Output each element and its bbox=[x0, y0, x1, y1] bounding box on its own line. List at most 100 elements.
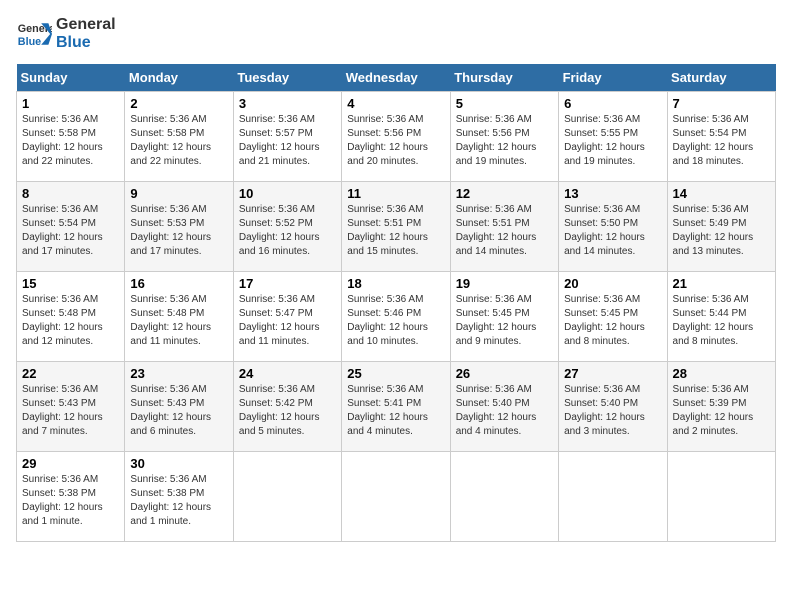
calendar-cell: 18 Sunrise: 5:36 AM Sunset: 5:46 PM Dayli… bbox=[342, 272, 450, 362]
day-info: Sunrise: 5:36 AM Sunset: 5:48 PM Dayligh… bbox=[130, 293, 227, 349]
day-number: 2 bbox=[130, 96, 227, 111]
logo-blue: Blue bbox=[56, 34, 116, 52]
calendar-cell: 15 Sunrise: 5:36 AM Sunset: 5:48 PM Dayli… bbox=[17, 272, 125, 362]
calendar-cell: 27 Sunrise: 5:36 AM Sunset: 5:40 PM Dayli… bbox=[559, 362, 667, 452]
calendar-cell: 7Sunrise: 5:36 AM Sunset: 5:54 PM Daylig… bbox=[667, 92, 775, 182]
day-info: Sunrise: 5:36 AM Sunset: 5:43 PM Dayligh… bbox=[130, 383, 227, 439]
calendar-cell: 2 Sunrise: 5:36 AM Sunset: 5:58 PM Daylig… bbox=[125, 92, 233, 182]
day-number: 25 bbox=[347, 366, 444, 381]
header: General Blue General Blue bbox=[16, 16, 776, 52]
calendar-cell: 19 Sunrise: 5:36 AM Sunset: 5:45 PM Dayli… bbox=[450, 272, 558, 362]
day-info: Sunrise: 5:36 AM Sunset: 5:54 PM Dayligh… bbox=[22, 203, 119, 259]
day-number: 13 bbox=[564, 186, 661, 201]
day-number: 14 bbox=[673, 186, 770, 201]
calendar-cell: 20 Sunrise: 5:36 AM Sunset: 5:45 PM Dayli… bbox=[559, 272, 667, 362]
day-number: 21 bbox=[673, 276, 770, 291]
day-info: Sunrise: 5:36 AM Sunset: 5:38 PM Dayligh… bbox=[130, 473, 227, 529]
day-number: 30 bbox=[130, 456, 227, 471]
day-number: 20 bbox=[564, 276, 661, 291]
calendar-table: Sunday Monday Tuesday Wednesday Thursday… bbox=[16, 64, 776, 542]
day-info: Sunrise: 5:36 AM Sunset: 5:45 PM Dayligh… bbox=[564, 293, 661, 349]
day-info: Sunrise: 5:36 AM Sunset: 5:57 PM Dayligh… bbox=[239, 113, 336, 169]
day-info: Sunrise: 5:36 AM Sunset: 5:50 PM Dayligh… bbox=[564, 203, 661, 259]
col-monday: Monday bbox=[125, 64, 233, 92]
day-number: 11 bbox=[347, 186, 444, 201]
day-number: 5 bbox=[456, 96, 553, 111]
day-info: Sunrise: 5:36 AM Sunset: 5:40 PM Dayligh… bbox=[456, 383, 553, 439]
calendar-cell: 17 Sunrise: 5:36 AM Sunset: 5:47 PM Dayli… bbox=[233, 272, 341, 362]
day-number: 10 bbox=[239, 186, 336, 201]
calendar-cell: 13 Sunrise: 5:36 AM Sunset: 5:50 PM Dayli… bbox=[559, 182, 667, 272]
logo: General Blue General Blue bbox=[16, 16, 116, 52]
calendar-cell: 24 Sunrise: 5:36 AM Sunset: 5:42 PM Dayli… bbox=[233, 362, 341, 452]
calendar-cell: 3 Sunrise: 5:36 AM Sunset: 5:57 PM Daylig… bbox=[233, 92, 341, 182]
calendar-cell bbox=[667, 452, 775, 542]
day-info: Sunrise: 5:36 AM Sunset: 5:45 PM Dayligh… bbox=[456, 293, 553, 349]
day-number: 3 bbox=[239, 96, 336, 111]
logo-icon: General Blue bbox=[16, 16, 52, 52]
calendar-cell: 21 Sunrise: 5:36 AM Sunset: 5:44 PM Dayli… bbox=[667, 272, 775, 362]
col-friday: Friday bbox=[559, 64, 667, 92]
calendar-week-5: 29 Sunrise: 5:36 AM Sunset: 5:38 PM Dayli… bbox=[17, 452, 776, 542]
day-number: 6 bbox=[564, 96, 661, 111]
calendar-cell: 6 Sunrise: 5:36 AM Sunset: 5:55 PM Daylig… bbox=[559, 92, 667, 182]
calendar-week-2: 8 Sunrise: 5:36 AM Sunset: 5:54 PM Daylig… bbox=[17, 182, 776, 272]
svg-text:Blue: Blue bbox=[18, 36, 41, 48]
col-thursday: Thursday bbox=[450, 64, 558, 92]
col-saturday: Saturday bbox=[667, 64, 775, 92]
calendar-week-1: 1 Sunrise: 5:36 AM Sunset: 5:58 PM Daylig… bbox=[17, 92, 776, 182]
calendar-cell: 26 Sunrise: 5:36 AM Sunset: 5:40 PM Dayli… bbox=[450, 362, 558, 452]
calendar-cell: 29 Sunrise: 5:36 AM Sunset: 5:38 PM Dayli… bbox=[17, 452, 125, 542]
calendar-cell: 1 Sunrise: 5:36 AM Sunset: 5:58 PM Daylig… bbox=[17, 92, 125, 182]
day-number: 27 bbox=[564, 366, 661, 381]
day-info: Sunrise: 5:36 AM Sunset: 5:56 PM Dayligh… bbox=[347, 113, 444, 169]
day-info: Sunrise: 5:36 AM Sunset: 5:48 PM Dayligh… bbox=[22, 293, 119, 349]
calendar-cell: 30 Sunrise: 5:36 AM Sunset: 5:38 PM Dayli… bbox=[125, 452, 233, 542]
calendar-cell: 16 Sunrise: 5:36 AM Sunset: 5:48 PM Dayli… bbox=[125, 272, 233, 362]
header-row: Sunday Monday Tuesday Wednesday Thursday… bbox=[17, 64, 776, 92]
day-info: Sunrise: 5:36 AM Sunset: 5:58 PM Dayligh… bbox=[22, 113, 119, 169]
day-info: Sunrise: 5:36 AM Sunset: 5:53 PM Dayligh… bbox=[130, 203, 227, 259]
day-info: Sunrise: 5:36 AM Sunset: 5:51 PM Dayligh… bbox=[347, 203, 444, 259]
calendar-cell bbox=[559, 452, 667, 542]
day-number: 15 bbox=[22, 276, 119, 291]
day-number: 18 bbox=[347, 276, 444, 291]
calendar-cell: 11 Sunrise: 5:36 AM Sunset: 5:51 PM Dayli… bbox=[342, 182, 450, 272]
day-number: 26 bbox=[456, 366, 553, 381]
calendar-cell bbox=[342, 452, 450, 542]
day-info: Sunrise: 5:36 AM Sunset: 5:52 PM Dayligh… bbox=[239, 203, 336, 259]
calendar-week-3: 15 Sunrise: 5:36 AM Sunset: 5:48 PM Dayli… bbox=[17, 272, 776, 362]
day-number: 17 bbox=[239, 276, 336, 291]
day-info: Sunrise: 5:36 AM Sunset: 5:44 PM Dayligh… bbox=[673, 293, 770, 349]
day-number: 19 bbox=[456, 276, 553, 291]
day-number: 16 bbox=[130, 276, 227, 291]
col-sunday: Sunday bbox=[17, 64, 125, 92]
day-info: Sunrise: 5:36 AM Sunset: 5:56 PM Dayligh… bbox=[456, 113, 553, 169]
calendar-cell: 9Sunrise: 5:36 AM Sunset: 5:53 PM Daylig… bbox=[125, 182, 233, 272]
day-info: Sunrise: 5:36 AM Sunset: 5:38 PM Dayligh… bbox=[22, 473, 119, 529]
day-number: 22 bbox=[22, 366, 119, 381]
day-info: Sunrise: 5:36 AM Sunset: 5:40 PM Dayligh… bbox=[564, 383, 661, 439]
day-number: 8 bbox=[22, 186, 119, 201]
day-info: Sunrise: 5:36 AM Sunset: 5:51 PM Dayligh… bbox=[456, 203, 553, 259]
day-number: 7 bbox=[673, 96, 770, 111]
calendar-cell: 22Sunrise: 5:36 AM Sunset: 5:43 PM Dayli… bbox=[17, 362, 125, 452]
day-info: Sunrise: 5:36 AM Sunset: 5:58 PM Dayligh… bbox=[130, 113, 227, 169]
calendar-cell: 28Sunrise: 5:36 AM Sunset: 5:39 PM Dayli… bbox=[667, 362, 775, 452]
calendar-cell: 10 Sunrise: 5:36 AM Sunset: 5:52 PM Dayli… bbox=[233, 182, 341, 272]
day-number: 29 bbox=[22, 456, 119, 471]
day-info: Sunrise: 5:36 AM Sunset: 5:39 PM Dayligh… bbox=[673, 383, 770, 439]
day-number: 24 bbox=[239, 366, 336, 381]
day-info: Sunrise: 5:36 AM Sunset: 5:46 PM Dayligh… bbox=[347, 293, 444, 349]
day-info: Sunrise: 5:36 AM Sunset: 5:42 PM Dayligh… bbox=[239, 383, 336, 439]
day-info: Sunrise: 5:36 AM Sunset: 5:55 PM Dayligh… bbox=[564, 113, 661, 169]
day-number: 4 bbox=[347, 96, 444, 111]
day-info: Sunrise: 5:36 AM Sunset: 5:47 PM Dayligh… bbox=[239, 293, 336, 349]
calendar-cell: 5 Sunrise: 5:36 AM Sunset: 5:56 PM Daylig… bbox=[450, 92, 558, 182]
day-number: 1 bbox=[22, 96, 119, 111]
calendar-cell: 4 Sunrise: 5:36 AM Sunset: 5:56 PM Daylig… bbox=[342, 92, 450, 182]
calendar-cell bbox=[233, 452, 341, 542]
calendar-cell: 14Sunrise: 5:36 AM Sunset: 5:49 PM Dayli… bbox=[667, 182, 775, 272]
calendar-cell: 23Sunrise: 5:36 AM Sunset: 5:43 PM Dayli… bbox=[125, 362, 233, 452]
calendar-week-4: 22 Sunrise: 5:36 AM Sunset: 5:43 PM Dayli… bbox=[17, 362, 776, 452]
